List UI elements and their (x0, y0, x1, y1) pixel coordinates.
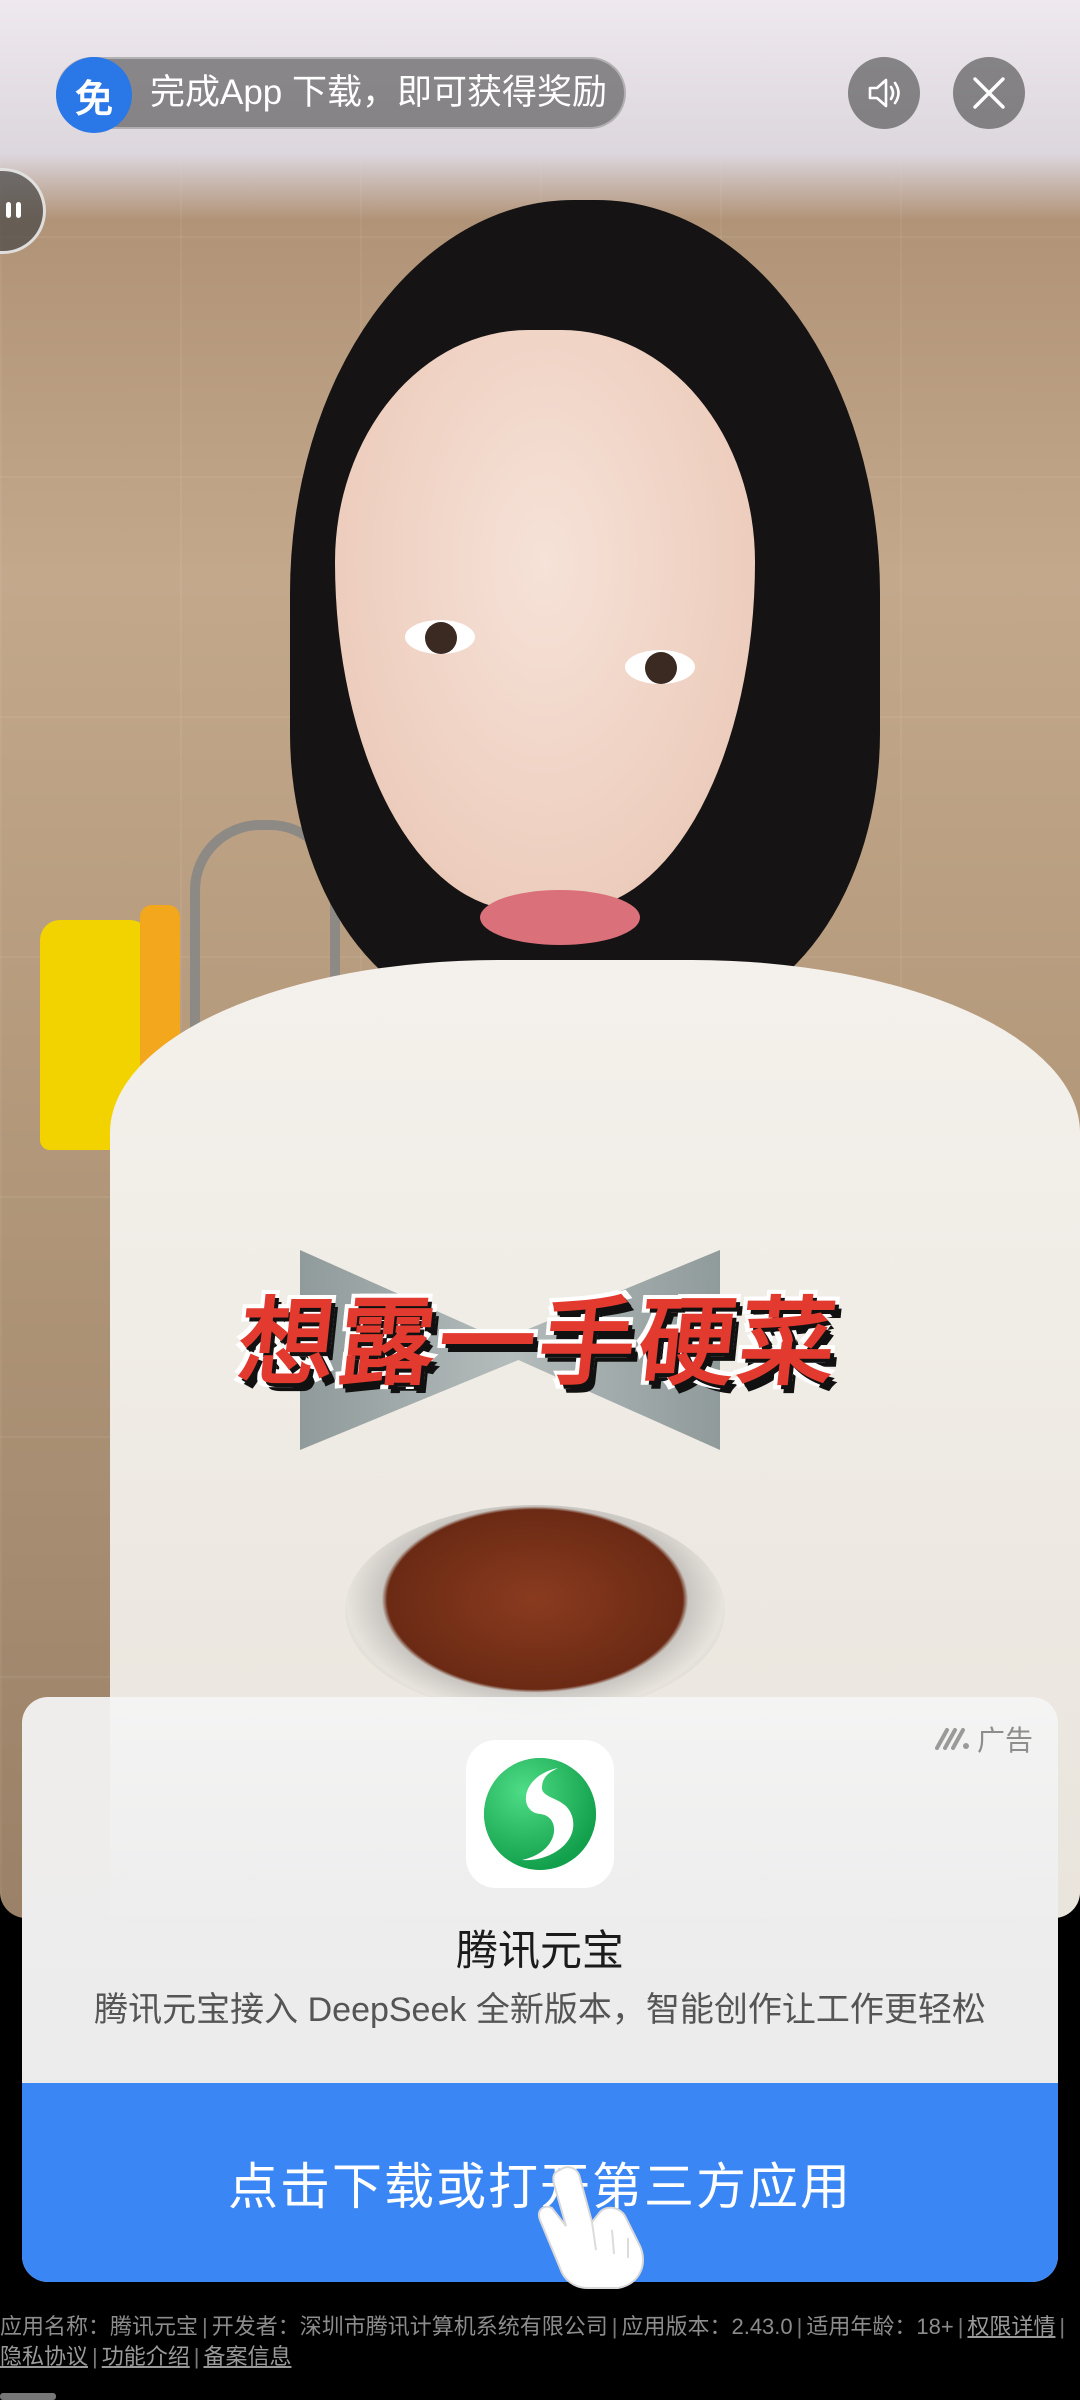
app-description: 腾讯元宝接入 DeepSeek 全新版本，智能创作让工作更轻松 (94, 1991, 986, 2029)
app-name: 腾讯元宝 (455, 1927, 624, 1974)
privacy-link[interactable]: 隐私协议 (0, 2344, 88, 2369)
ad-label-text: 广告 (976, 1725, 1033, 1756)
ad-logo-icon (934, 1728, 969, 1750)
filing-link[interactable]: 备案信息 (203, 2344, 291, 2369)
tap-hand-icon (538, 2166, 645, 2289)
footer-version: 应用版本：2.43.0 (621, 2314, 793, 2339)
footer-developer: 开发者：深圳市腾讯计算机系统有限公司 (211, 2314, 608, 2339)
app-logo-graphic (484, 1758, 596, 1870)
ad-label: 广告 (934, 1719, 1033, 1759)
yuanbao-app-icon[interactable] (466, 1740, 614, 1888)
person-face (335, 330, 755, 910)
close-button[interactable] (953, 57, 1025, 129)
lips (480, 890, 640, 945)
permissions-link[interactable]: 权限详情 (967, 2314, 1055, 2339)
close-icon (973, 77, 1005, 109)
app-info-footer: 应用名称：腾讯元宝 | 开发者：深圳市腾讯计算机系统有限公司 | 应用版本：2.43.0… (0, 2314, 1066, 2369)
pause-icon (6, 202, 21, 218)
sound-button[interactable] (848, 57, 920, 129)
speaker-icon (868, 78, 900, 108)
ad-video[interactable]: 想露一手硬菜 (0, 0, 1080, 1918)
free-badge: 免 (56, 57, 132, 133)
footer-app-name: 应用名称：腾讯元宝 (0, 2314, 199, 2339)
video-caption: 想露一手硬菜 (233, 1290, 845, 1397)
dish-image (345, 1505, 725, 1715)
footer-age: 适用年龄：18+ (806, 2314, 954, 2339)
right-eye (625, 650, 695, 684)
left-eye (405, 620, 475, 654)
reward-text: 完成App 下载，即可获得奖励 (150, 73, 608, 112)
features-link[interactable]: 功能介绍 (102, 2344, 190, 2369)
progress-indicator (0, 2393, 56, 2400)
